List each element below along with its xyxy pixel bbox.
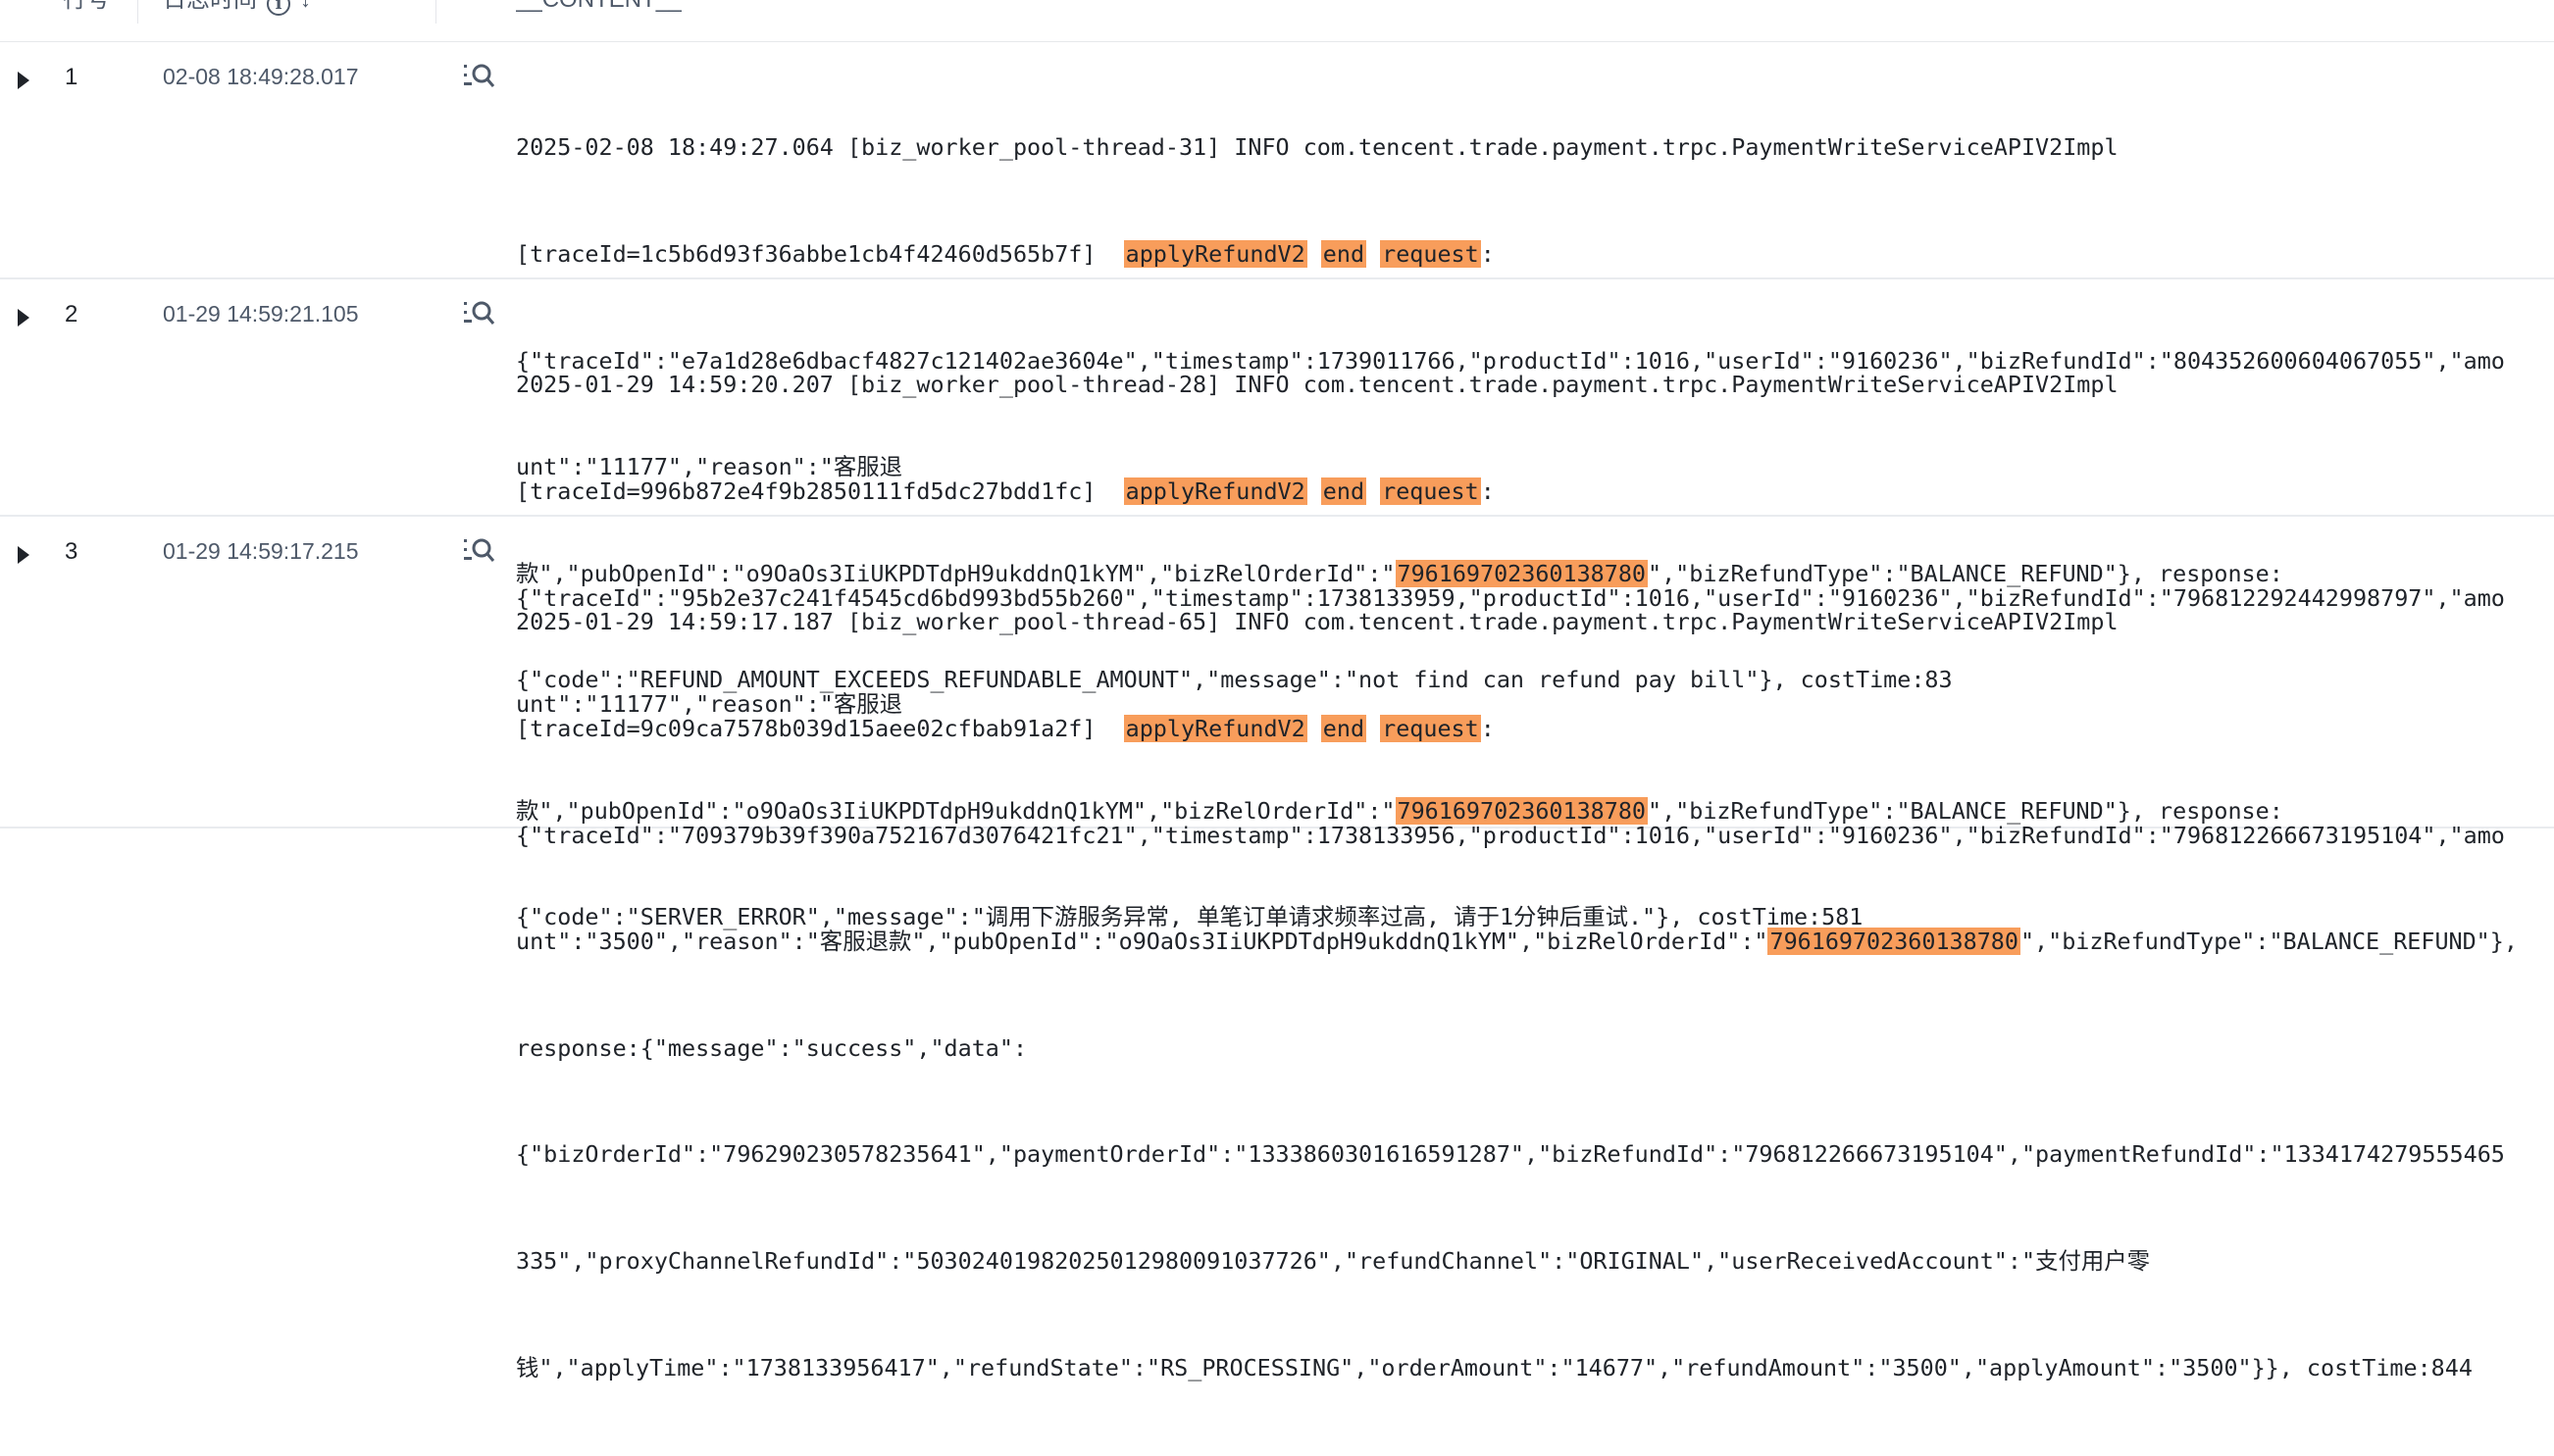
row-number: 3 [65, 538, 78, 565]
row-log-time: 02-08 18:49:28.017 [163, 64, 359, 89]
highlight-method: applyRefundV2 [1123, 477, 1307, 505]
highlight-end: end [1320, 477, 1367, 505]
expand-caret-icon[interactable] [18, 546, 29, 564]
log-line: {"traceId":"709379b39f390a752167d3076421… [516, 821, 2505, 849]
log-line: [traceId=996b872e4f9b2850111fd5dc27bdd1f… [516, 477, 1495, 505]
row-log-time: 01-29 14:59:17.215 [163, 538, 359, 564]
log-line: 2025-01-29 14:59:17.187 [biz_worker_pool… [516, 608, 2119, 636]
log-context-search-icon[interactable] [463, 536, 496, 564]
row-number: 2 [65, 301, 78, 327]
sort-arrow-down-icon[interactable]: ↓ [300, 0, 311, 11]
highlight-order-id: 796169702360138780 [1767, 928, 2020, 956]
log-line: 钱","applyTime":"1738133956417","refundSt… [516, 1353, 2473, 1381]
highlight-end: end [1320, 240, 1367, 268]
column-header-log-time-label: 日志时间 [163, 0, 257, 12]
log-line: response:{"message":"success","data": [516, 1033, 1028, 1062]
table-row[interactable]: 1 02-08 18:49:28.017 2025-02-08 18:49:27… [0, 42, 2554, 693]
log-content: 2025-01-29 14:59:17.187 [biz_worker_pool… [516, 533, 2546, 1456]
highlight-end: end [1320, 715, 1367, 742]
log-line: 335","proxyChannelRefundId":"50302401982… [516, 1246, 2151, 1275]
row-log-time: 01-29 14:59:21.105 [163, 301, 359, 326]
highlight-request: request [1380, 240, 1481, 268]
highlight-request: request [1380, 477, 1481, 505]
log-line: {"bizOrderId":"796290230578235641","paym… [516, 1140, 2505, 1169]
info-icon[interactable]: i [267, 0, 290, 16]
column-divider [137, 0, 138, 24]
expand-caret-icon[interactable] [18, 309, 29, 326]
table-row[interactable]: 2 01-29 14:59:21.105 2025-01-29 14:59:20… [0, 279, 2554, 930]
highlight-method: applyRefundV2 [1123, 715, 1307, 742]
log-line: [traceId=1c5b6d93f36abbe1cb4f42460d565b7… [516, 240, 1495, 268]
log-line: unt":"3500","reason":"客服退款","pubOpenId":… [516, 928, 2518, 956]
table-header: 行号 日志时间 i ↓ __CONTENT__ [0, 0, 2554, 42]
highlight-request: request [1380, 715, 1481, 742]
log-context-search-icon[interactable] [463, 62, 496, 89]
column-header-content: __CONTENT__ [516, 0, 682, 16]
highlight-method: applyRefundV2 [1123, 240, 1307, 268]
column-header-line-number: 行号 [63, 0, 110, 16]
log-line: 2025-02-08 18:49:27.064 [biz_worker_pool… [516, 133, 2119, 162]
column-header-log-time[interactable]: 日志时间 i ↓ [163, 0, 311, 16]
row-number: 1 [65, 64, 78, 90]
log-line: 2025-01-29 14:59:20.207 [biz_worker_pool… [516, 371, 2119, 399]
expand-caret-icon[interactable] [18, 72, 29, 89]
column-divider [435, 0, 436, 24]
log-line: [traceId=9c09ca7578b039d15aee02cfbab91a2… [516, 715, 1495, 742]
table-row[interactable]: 3 01-29 14:59:17.215 2025-01-29 14:59:17… [0, 517, 2554, 1381]
log-context-search-icon[interactable] [463, 299, 496, 326]
